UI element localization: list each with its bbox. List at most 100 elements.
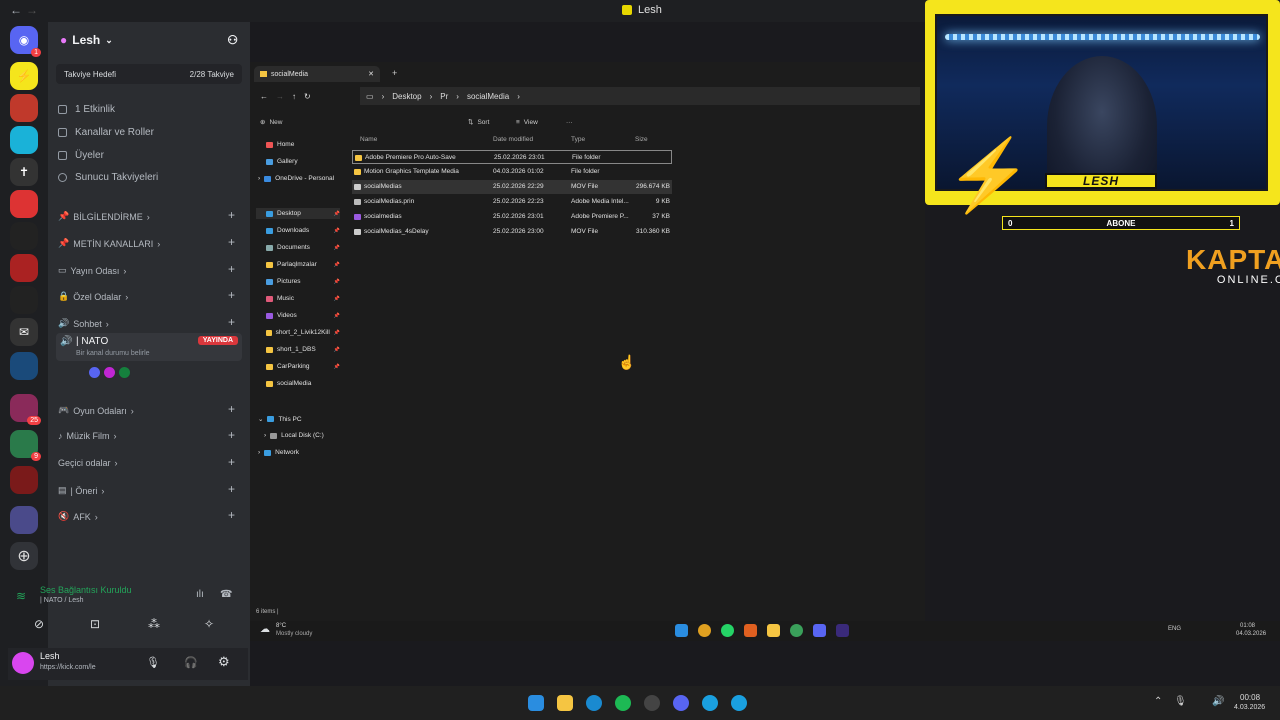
avatar[interactable] xyxy=(103,366,116,379)
chrome-icon[interactable] xyxy=(698,624,711,637)
premiere-icon[interactable] xyxy=(836,624,849,637)
server-folder-icon[interactable] xyxy=(10,466,38,494)
menu-events[interactable]: 1 Etkinlik xyxy=(58,104,115,115)
menu-members[interactable]: Üyeler xyxy=(58,150,104,161)
nav-onedrive[interactable]: › OneDrive - Personal xyxy=(258,175,334,182)
add-channel-icon[interactable]: + xyxy=(228,235,235,249)
voice-channel-nato[interactable]: 🔊 | NATO Bir kanal durumu belirle YAYIND… xyxy=(56,333,242,361)
new-tab-icon[interactable]: + xyxy=(392,68,397,78)
category-music[interactable]: ♪ Müzik Film › xyxy=(58,431,117,441)
category-suggest[interactable]: ▤ | Öneri › xyxy=(58,485,104,496)
category-info[interactable]: 📌 BİLGİLENDİRME › xyxy=(58,211,150,222)
windows-start-icon[interactable] xyxy=(528,695,544,711)
server-icon[interactable]: ✝ xyxy=(10,158,38,186)
clock-time[interactable]: 01:08 xyxy=(1240,623,1255,629)
nav-downloads[interactable]: Downloads 📌 xyxy=(266,227,340,234)
add-channel-icon[interactable]: + xyxy=(228,428,235,442)
view-button[interactable]: ≡ View xyxy=(516,115,538,129)
add-member-icon[interactable]: ⚇ xyxy=(227,33,238,47)
avatar[interactable] xyxy=(118,366,131,379)
nav-desktop[interactable]: Desktop 📌 xyxy=(256,208,340,219)
nav-gallery[interactable]: Gallery xyxy=(266,158,298,165)
clock-date[interactable]: 4.03.2026 xyxy=(1234,704,1265,711)
nav-local-disk[interactable]: › Local Disk (C:) xyxy=(264,432,324,439)
new-button[interactable]: ⊕ New xyxy=(260,115,282,129)
category-private[interactable]: 🔒 Özel Odalar › xyxy=(58,291,128,302)
file-row[interactable]: socialMedias_4sDelay 25.02.2026 23:00 MO… xyxy=(352,225,672,239)
nav-folder[interactable]: short_2_Livik12Kill 📌 xyxy=(266,329,340,336)
nav-music[interactable]: Music 📌 xyxy=(266,295,340,302)
server-header[interactable]: ● Lesh ⌄ ⚇ xyxy=(48,22,250,58)
server-folder-icon[interactable] xyxy=(10,506,38,534)
clock-time[interactable]: 00:08 xyxy=(1240,693,1260,702)
server-icon[interactable] xyxy=(10,286,38,314)
file-row[interactable]: socialMedias.prin 25.02.2026 22:23 Adobe… xyxy=(352,195,672,209)
discord-icon[interactable] xyxy=(813,624,826,637)
voice-channel-link[interactable]: | NATO / Lesh xyxy=(40,597,84,604)
soundboard-button-icon[interactable]: ✧ xyxy=(204,617,214,631)
mic-icon[interactable]: 🎙 xyxy=(1174,696,1187,707)
nav-home[interactable]: Home xyxy=(266,141,294,148)
file-row[interactable]: Motion Graphics Template Media 04.03.202… xyxy=(352,165,672,179)
channel-status-text[interactable]: Bir kanal durumu belirle xyxy=(76,350,150,357)
app-icon[interactable] xyxy=(731,695,747,711)
nav-folder[interactable]: short_1_DBS 📌 xyxy=(266,346,340,353)
camera-off-icon[interactable]: ⊘ xyxy=(34,617,44,631)
obs-icon[interactable] xyxy=(644,695,660,711)
server-icon[interactable] xyxy=(10,254,38,282)
edge-icon[interactable] xyxy=(586,695,602,711)
breadcrumb-item[interactable]: socialMedia xyxy=(467,92,509,101)
server-icon[interactable] xyxy=(10,94,38,122)
category-afk[interactable]: 🔇 AFK › xyxy=(58,511,98,522)
forward-icon[interactable]: → xyxy=(276,92,284,101)
forward-arrow-icon[interactable]: → xyxy=(26,3,38,17)
server-folder-icon[interactable]: 25 xyxy=(10,394,41,425)
add-channel-icon[interactable]: + xyxy=(228,455,235,469)
server-folder-icon[interactable] xyxy=(10,352,38,380)
menu-boosts[interactable]: Sunucu Takviyeleri xyxy=(58,172,158,183)
breadcrumb-item[interactable]: Pr xyxy=(440,92,448,101)
add-channel-icon[interactable]: + xyxy=(228,262,235,276)
server-folder-icon[interactable]: 9 xyxy=(10,430,41,461)
refresh-icon[interactable]: ↻ xyxy=(304,92,311,101)
nav-folder[interactable]: Parlaqlmzalar 📌 xyxy=(266,261,340,268)
windows-start-icon[interactable] xyxy=(675,624,688,637)
column-date[interactable]: Date modified xyxy=(493,136,533,143)
file-row[interactable]: Adobe Premiere Pro Auto-Save 25.02.2026 … xyxy=(352,150,672,164)
screen-share-icon[interactable]: ⊡ xyxy=(90,617,100,631)
server-icon[interactable] xyxy=(10,222,38,250)
nav-folder[interactable]: socialMedia xyxy=(266,380,311,387)
category-stream[interactable]: ▭ Yayın Odası › xyxy=(58,265,126,276)
chevron-up-icon[interactable]: ⌃ xyxy=(1154,696,1162,707)
nav-videos[interactable]: Videos 📌 xyxy=(266,312,340,319)
microphone-icon[interactable]: 🎙 xyxy=(146,656,160,669)
activities-icon[interactable]: ⁂ xyxy=(148,617,160,631)
back-arrow-icon[interactable]: ← xyxy=(10,3,22,17)
breadcrumb-item[interactable]: Desktop xyxy=(392,92,421,101)
file-row[interactable]: socialMedias 25.02.2026 22:29 MOV File 2… xyxy=(352,180,672,194)
signal-icon[interactable]: ≋ xyxy=(16,589,26,603)
discord-home-icon[interactable]: ◉ 1 xyxy=(10,26,41,57)
nav-network[interactable]: › Network xyxy=(258,449,299,456)
clock-date[interactable]: 04.03.2026 xyxy=(1236,631,1266,637)
up-icon[interactable]: ↑ xyxy=(292,92,296,101)
column-type[interactable]: Type xyxy=(571,136,585,143)
whatsapp-icon[interactable] xyxy=(721,624,734,637)
back-icon[interactable]: ← xyxy=(260,92,268,101)
address-bar[interactable]: ▭ › Desktop › Pr › socialMedia › xyxy=(360,87,920,105)
nav-this-pc[interactable]: ⌄ This PC xyxy=(258,415,302,424)
add-channel-icon[interactable]: + xyxy=(228,482,235,496)
close-icon[interactable]: ✕ xyxy=(368,70,374,78)
nav-folder[interactable]: CarParking 📌 xyxy=(266,363,340,370)
chrome-icon[interactable] xyxy=(790,624,803,637)
server-icon-lesh[interactable]: ⚡ xyxy=(10,62,38,90)
avatar[interactable] xyxy=(12,652,34,674)
nav-documents[interactable]: Documents 📌 xyxy=(266,244,340,251)
category-text[interactable]: 📌 METİN KANALLARI › xyxy=(58,238,160,249)
boost-goal[interactable]: Takviye Hedefi 2/28 Takviye xyxy=(56,64,242,84)
nav-pictures[interactable]: Pictures 📌 xyxy=(266,278,340,285)
menu-channels-roles[interactable]: Kanallar ve Roller xyxy=(58,127,154,138)
server-icon[interactable] xyxy=(10,190,38,218)
category-games[interactable]: 🎮 Oyun Odaları › xyxy=(58,405,134,416)
category-temp[interactable]: Geçici odalar › xyxy=(58,458,118,468)
